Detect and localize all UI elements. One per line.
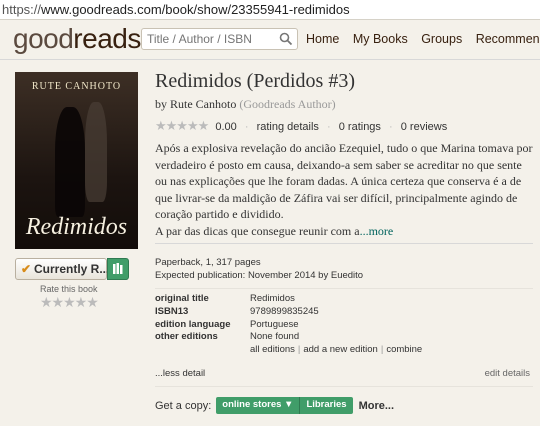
separator: |	[380, 344, 384, 356]
add-edition-link[interactable]: add a new edition	[303, 344, 377, 355]
avg-rating-value: 0.00	[215, 121, 237, 133]
libraries-button[interactable]: Libraries	[299, 397, 353, 414]
attr-label: other editions	[155, 331, 218, 343]
rating-row: ★★★★★ 0.00 · rating details · 0 ratings …	[155, 118, 447, 134]
cover-title: Redimidos	[25, 214, 128, 240]
attr-label: original title	[155, 293, 209, 304]
book-title: Redimidos (Perdidos #3)	[155, 70, 355, 92]
nav-recommendations[interactable]: Recommendatio	[476, 32, 540, 46]
online-stores-button[interactable]: online stores ▼	[216, 397, 300, 414]
separator: ·	[389, 121, 393, 133]
shelf-status-label: Currently R...	[34, 262, 110, 276]
rate-stars[interactable]: ★★★★★	[40, 294, 99, 311]
separator: |	[297, 344, 301, 356]
search-icon[interactable]	[279, 32, 293, 46]
less-detail-link[interactable]: ...less detail	[155, 368, 205, 379]
attr-value: 9789899835245	[250, 305, 319, 317]
description-text: Após a explosiva revelação do ancião Eze…	[155, 141, 533, 221]
cover-author: RUTE CANHOTO	[31, 81, 122, 92]
logo-reads: reads	[73, 23, 141, 54]
divider	[155, 243, 533, 244]
book-details: Paperback, 1, 317 pages Expected publica…	[155, 256, 363, 282]
edit-details-link[interactable]: edit details	[485, 368, 530, 379]
reviews-count-link[interactable]: 0 reviews	[401, 121, 447, 133]
divider	[155, 288, 533, 289]
site-header: goodreads Home My Books Groups Recommend…	[0, 20, 540, 60]
cover-figure	[55, 107, 85, 217]
attr-label: edition language	[155, 318, 231, 330]
attr-row: other editions None found	[155, 331, 533, 344]
author-link[interactable]: Rute Canhoto	[170, 97, 236, 111]
attr-row: original title Redimidos	[155, 293, 533, 306]
book-cover[interactable]: RUTE CANHOTO Redimidos	[15, 72, 138, 249]
cover-statue	[85, 102, 107, 202]
divider	[155, 386, 533, 387]
book-format: Paperback, 1, 317 pages	[155, 257, 261, 268]
attr-value: None found	[250, 331, 300, 343]
rate-this-book-label: Rate this book	[40, 284, 98, 294]
book-info: Redimidos (Perdidos #3) by Rute Canhoto …	[155, 70, 535, 414]
get-copy-label: Get a copy:	[155, 399, 212, 412]
book-byline: by Rute Canhoto (Goodreads Author)	[155, 97, 535, 112]
nav-groups[interactable]: Groups	[421, 32, 462, 46]
shelf-dropdown-button[interactable]	[107, 258, 129, 280]
all-editions-link[interactable]: all editions	[250, 344, 295, 355]
nav-home[interactable]: Home	[306, 32, 339, 46]
avg-rating-stars: ★★★★★	[155, 118, 209, 133]
logo-good: good	[13, 23, 74, 54]
author-tag: (Goodreads Author)	[239, 97, 336, 111]
more-link[interactable]: ...more	[360, 224, 394, 238]
ratings-count-link[interactable]: 0 ratings	[339, 121, 381, 133]
goodreads-logo[interactable]: goodreads	[13, 23, 141, 55]
attr-label: ISBN13	[155, 305, 189, 317]
attr-value: Portuguese	[250, 318, 299, 330]
separator: ·	[244, 121, 249, 133]
url-path: www.goodreads.com/book/show/23355941-red…	[41, 2, 350, 17]
attr-value: Redimidos	[250, 293, 295, 304]
edition-links: all editions | add a new edition | combine	[155, 344, 533, 357]
nav-my-books[interactable]: My Books	[353, 32, 408, 46]
more-stores-link[interactable]: More...	[359, 400, 394, 412]
shelf-status-button[interactable]: ✔ Currently R...	[15, 258, 110, 280]
separator: ·	[327, 121, 331, 133]
url-protocol: https://	[2, 2, 42, 17]
address-bar[interactable]: https://www.goodreads.com/book/show/2335…	[0, 0, 540, 20]
rating-details-link[interactable]: rating details	[257, 121, 319, 133]
book-attributes: original title Redimidos ISBN13 9789899835…	[155, 293, 533, 357]
combine-link[interactable]: combine	[386, 344, 422, 355]
by-label: by	[155, 97, 167, 111]
bookshelf-icon	[113, 263, 123, 274]
check-icon: ✔	[21, 262, 32, 276]
search-box	[141, 28, 298, 50]
main-nav: Home My Books Groups Recommendatio	[306, 32, 540, 46]
get-a-copy: Get a copy: online stores ▼ Libraries Mor…	[155, 397, 394, 414]
book-publication: Expected publication: November 2014 by E…	[155, 270, 364, 281]
attr-row: edition language Portuguese	[155, 319, 533, 332]
book-description: Após a explosiva revelação do ancião Eze…	[155, 140, 533, 239]
attr-row: ISBN13 9789899835245	[155, 306, 533, 319]
search-input[interactable]	[142, 29, 272, 49]
description-tail: A par das dicas que consegue reunir com …	[155, 223, 360, 238]
